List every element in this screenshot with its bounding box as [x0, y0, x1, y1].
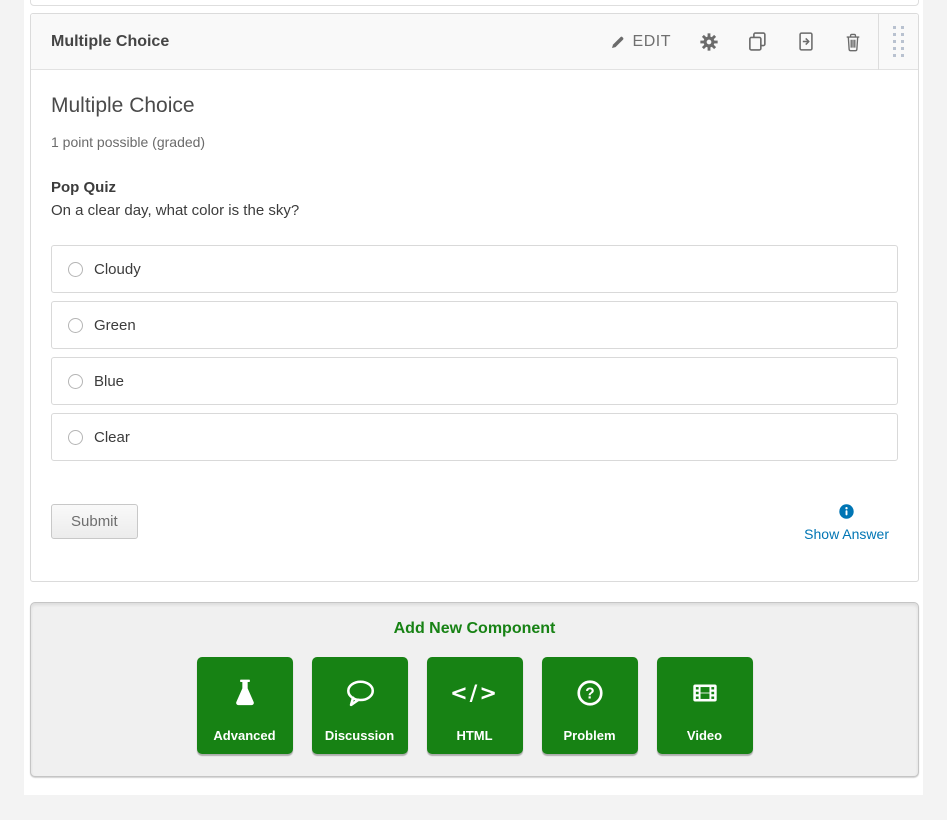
- radio-button[interactable]: [68, 318, 83, 333]
- show-answer-link[interactable]: Show Answer: [804, 526, 889, 542]
- points-possible-text: 1 point possible (graded): [51, 134, 898, 150]
- code-icon: </>: [427, 657, 523, 728]
- add-button-label: HTML: [456, 728, 492, 743]
- svg-text:?: ?: [585, 685, 594, 702]
- add-discussion-button[interactable]: Discussion: [312, 657, 408, 754]
- duplicate-icon: [747, 31, 768, 52]
- edit-button-label: EDIT: [633, 33, 671, 51]
- component-title: Multiple Choice: [51, 33, 610, 51]
- move-button[interactable]: [796, 31, 816, 52]
- add-advanced-button[interactable]: Advanced: [197, 657, 293, 754]
- film-icon: [657, 657, 753, 728]
- add-html-button[interactable]: </> HTML: [427, 657, 523, 754]
- component-actions: EDIT: [610, 31, 862, 52]
- add-new-component-title: Add New Component: [31, 603, 918, 638]
- add-component-buttons: Advanced Discussion </> HTML ?: [31, 657, 918, 754]
- drag-handle[interactable]: [878, 14, 918, 70]
- pencil-icon: [610, 34, 626, 50]
- delete-button[interactable]: [844, 32, 862, 52]
- show-answer-block: Show Answer: [804, 504, 889, 542]
- previous-component-card-edge: [30, 0, 919, 6]
- move-file-icon: [796, 31, 816, 52]
- question-title: Pop Quiz: [51, 179, 898, 196]
- answer-option-cloudy[interactable]: Cloudy: [51, 245, 898, 293]
- add-new-component-panel: Add New Component Advanced Discussion: [30, 602, 919, 777]
- gear-icon: [699, 32, 719, 52]
- submit-button[interactable]: Submit: [51, 504, 138, 539]
- answer-option-clear[interactable]: Clear: [51, 413, 898, 461]
- add-button-label: Discussion: [325, 728, 394, 743]
- add-video-button[interactable]: Video: [657, 657, 753, 754]
- add-button-label: Video: [687, 728, 722, 743]
- radio-button[interactable]: [68, 262, 83, 277]
- option-label: Clear: [94, 429, 130, 446]
- radio-button[interactable]: [68, 374, 83, 389]
- problem-title: Multiple Choice: [51, 94, 898, 118]
- info-icon[interactable]: [839, 504, 854, 524]
- answer-option-green[interactable]: Green: [51, 301, 898, 349]
- problem-body: Multiple Choice 1 point possible (graded…: [31, 70, 918, 542]
- trash-icon: [844, 32, 862, 52]
- settings-button[interactable]: [699, 32, 719, 52]
- add-problem-button[interactable]: ? Problem: [542, 657, 638, 754]
- multiple-choice-component-card: Multiple Choice EDIT: [30, 13, 919, 582]
- component-header: Multiple Choice EDIT: [31, 14, 918, 70]
- add-button-label: Problem: [563, 728, 615, 743]
- question-text: On a clear day, what color is the sky?: [51, 202, 898, 219]
- edit-button[interactable]: EDIT: [610, 33, 671, 51]
- option-label: Blue: [94, 373, 124, 390]
- option-label: Cloudy: [94, 261, 141, 278]
- add-button-label: Advanced: [213, 728, 275, 743]
- drag-dots-icon: [893, 26, 904, 57]
- duplicate-button[interactable]: [747, 31, 768, 52]
- answer-option-blue[interactable]: Blue: [51, 357, 898, 405]
- problem-actions-row: Submit Show Answer: [51, 504, 898, 542]
- radio-button[interactable]: [68, 430, 83, 445]
- question-circle-icon: ?: [542, 657, 638, 728]
- speech-bubble-icon: [312, 657, 408, 728]
- flask-icon: [197, 657, 293, 728]
- option-label: Green: [94, 317, 136, 334]
